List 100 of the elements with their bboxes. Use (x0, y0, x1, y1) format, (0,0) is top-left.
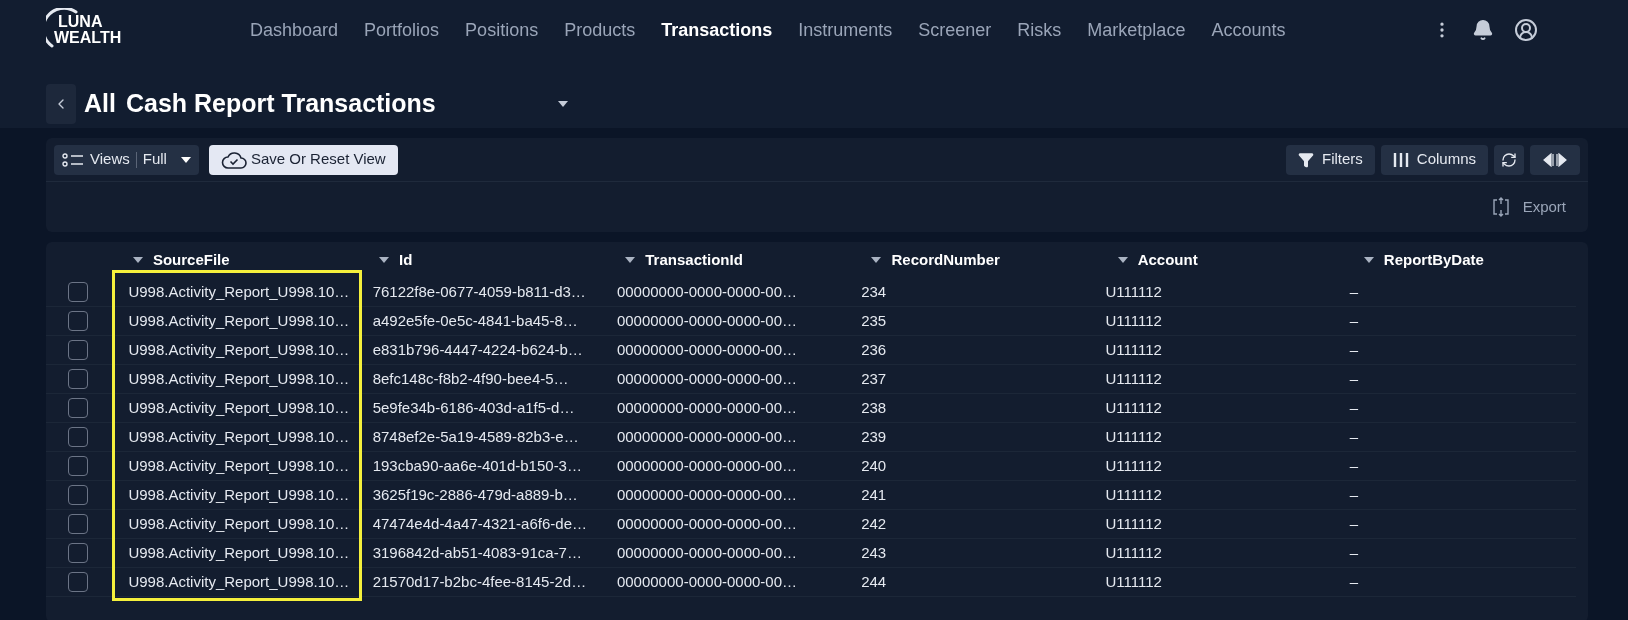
nav-link[interactable]: Positions (465, 16, 539, 44)
table-cell: – (1349, 312, 1359, 329)
table-cell: 00000000-0000-0000-00… (616, 515, 798, 532)
table-cell: U111112 (1105, 428, 1162, 445)
collapse-expand-icon (1542, 152, 1568, 167)
nav-link[interactable]: Instruments (798, 16, 893, 44)
refresh-icon (1501, 151, 1517, 168)
nav-link[interactable]: Accounts (1211, 16, 1286, 44)
table-cell: U998.Activity_Report_U998.10… (128, 544, 350, 561)
table-cell: 193cba90-aa6e-401d-b150-3… (372, 457, 582, 474)
table-cell: – (1349, 370, 1359, 387)
table-cell: U111112 (1105, 341, 1162, 358)
back-button[interactable] (46, 84, 76, 124)
table-cell: – (1349, 428, 1359, 445)
export-button[interactable]: Export (1490, 195, 1566, 219)
column-header[interactable]: TransactionId (645, 248, 743, 272)
views-dropdown[interactable]: Views Full (54, 144, 199, 175)
table-cell: U111112 (1105, 486, 1162, 503)
nav-link[interactable]: Risks (1017, 16, 1062, 44)
table-cell: – (1349, 457, 1359, 474)
caret-icon (1363, 257, 1374, 263)
table-cell: 00000000-0000-0000-00… (616, 486, 798, 503)
table-cell: 243 (861, 544, 887, 561)
nav-link[interactable]: Screener (918, 16, 992, 44)
report-select[interactable]: Cash Report Transactions (125, 84, 576, 124)
table-cell: – (1349, 544, 1359, 561)
table-cell: U998.Activity_Report_U998.10… (128, 573, 350, 590)
caret-icon (132, 257, 143, 263)
table-cell: U998.Activity_Report_U998.10… (128, 341, 350, 358)
row-checkbox[interactable] (68, 572, 89, 592)
table-cell: 3196842d-ab51-4083-91ca-7… (372, 544, 582, 561)
table-cell: a492e5fe-0e5c-4841-ba45-8… (372, 312, 578, 329)
table-cell: 21570d17-b2bc-4fee-8145-2d… (372, 573, 587, 590)
table-cell: 241 (861, 486, 887, 503)
table-cell: U111112 (1105, 573, 1162, 590)
columns-button[interactable]: Columns (1380, 144, 1488, 175)
table-cell: – (1349, 486, 1359, 503)
user-account-icon[interactable] (1514, 18, 1538, 42)
table-cell: U111112 (1105, 370, 1162, 387)
table-cell: U111112 (1105, 399, 1162, 416)
table-cell: 76122f8e-0677-4059-b811-d3… (372, 283, 586, 300)
column-header[interactable]: RecordNumber (891, 248, 1000, 272)
table-cell: 00000000-0000-0000-00… (616, 283, 798, 300)
column-header[interactable]: Id (399, 248, 413, 272)
table-cell: 8efc148c-f8b2-4f90-bee4-5… (372, 370, 569, 387)
nav-link[interactable]: Transactions (661, 16, 773, 44)
table-cell: 244 (861, 573, 887, 590)
nav-link[interactable]: Dashboard (250, 16, 339, 44)
table-cell: 3625f19c-2886-479d-a889-b… (372, 486, 578, 503)
cloud-check-icon (220, 149, 247, 170)
caret-icon (1117, 257, 1128, 263)
table-cell: U998.Activity_Report_U998.10… (128, 399, 350, 416)
table-cell: U998.Activity_Report_U998.10… (128, 428, 350, 445)
notification-bell-icon[interactable] (1472, 19, 1494, 41)
table-cell: 242 (861, 515, 887, 532)
refresh-button[interactable] (1494, 144, 1524, 175)
row-checkbox[interactable] (68, 427, 89, 447)
list-icon (62, 152, 84, 167)
filters-button[interactable]: Filters (1285, 144, 1375, 175)
table-cell: – (1349, 573, 1359, 590)
table-cell: 235 (861, 312, 887, 329)
row-checkbox[interactable] (68, 311, 89, 331)
row-checkbox[interactable] (68, 340, 89, 360)
caret-icon (379, 257, 390, 263)
table-cell: 00000000-0000-0000-00… (616, 370, 798, 387)
table-cell: U998.Activity_Report_U998.10… (128, 283, 350, 300)
collapse-expand-button[interactable] (1530, 144, 1580, 175)
column-header[interactable]: SourceFile (152, 248, 230, 272)
table-cell: 00000000-0000-0000-00… (616, 544, 798, 561)
caret-icon (180, 156, 191, 163)
table-cell: 237 (861, 370, 887, 387)
table-cell: U998.Activity_Report_U998.10… (128, 515, 350, 532)
export-icon (1490, 197, 1511, 217)
table-cell: 47474e4d-4a47-4321-a6f6-de… (372, 515, 587, 532)
table-cell: – (1349, 399, 1359, 416)
table-cell: 00000000-0000-0000-00… (616, 457, 798, 474)
luna-wealth-logo[interactable]: LUNA WEALTH (46, 8, 146, 52)
table-cell: U111112 (1105, 283, 1162, 300)
row-checkbox[interactable] (68, 369, 89, 389)
table-cell: U998.Activity_Report_U998.10… (128, 370, 350, 387)
table-cell: – (1349, 283, 1359, 300)
save-or-reset-view-button[interactable]: Save Or Reset View (208, 144, 398, 175)
table-cell: 00000000-0000-0000-00… (616, 428, 798, 445)
table-cell: 234 (861, 283, 887, 300)
row-checkbox[interactable] (68, 485, 89, 505)
title-prefix: All (84, 88, 116, 120)
row-checkbox[interactable] (68, 514, 89, 534)
row-checkbox[interactable] (68, 398, 89, 418)
nav-link[interactable]: Marketplace (1087, 16, 1186, 44)
column-header[interactable]: ReportByDate (1383, 248, 1484, 272)
row-checkbox[interactable] (68, 456, 89, 476)
nav-link[interactable]: Portfolios (364, 16, 440, 44)
column-header[interactable]: Account (1137, 248, 1198, 272)
table-cell: U998.Activity_Report_U998.10… (128, 486, 350, 503)
table-cell: 238 (861, 399, 887, 416)
table-cell: 240 (861, 457, 887, 474)
row-checkbox[interactable] (68, 543, 89, 563)
nav-link[interactable]: Products (564, 16, 636, 44)
row-checkbox[interactable] (68, 282, 89, 302)
table-cell: U998.Activity_Report_U998.10… (128, 312, 350, 329)
